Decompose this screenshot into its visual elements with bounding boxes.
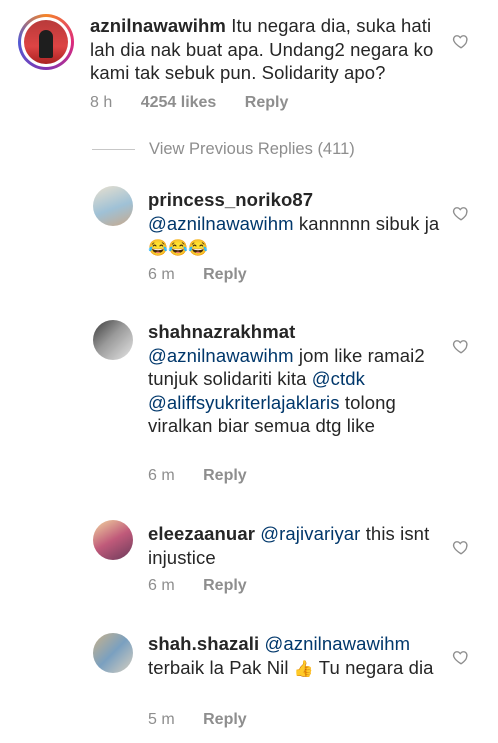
avatar[interactable] <box>93 520 133 560</box>
reply-time: 5 m <box>148 711 175 728</box>
reply-button[interactable]: Reply <box>203 467 247 484</box>
reply-body: princess_noriko87 @aznilnawawihm kannnnn… <box>148 188 443 261</box>
reply-button[interactable]: Reply <box>203 711 247 728</box>
avatar[interactable] <box>93 320 133 360</box>
reply-mention[interactable]: @ctdk <box>312 368 365 389</box>
comment-meta: 8 h 4254 likes Reply <box>90 94 288 112</box>
reply-mention[interactable]: @aznilnawawihm <box>264 633 410 654</box>
reply-mention[interactable]: @aliffsyukriterlajaklaris <box>148 392 340 413</box>
heart-outline-icon[interactable] <box>452 337 470 355</box>
heart-outline-icon[interactable] <box>452 538 470 556</box>
comment-body: aznilnawawihm Itu negara dia, suka hati … <box>90 14 440 85</box>
reply-time: 6 m <box>148 266 175 283</box>
avatar[interactable] <box>93 186 133 226</box>
reply-username[interactable]: eleezaanuar <box>148 523 255 544</box>
reply-meta: 5 m Reply <box>148 711 247 729</box>
avatar[interactable] <box>18 14 74 70</box>
reply-button[interactable]: Reply <box>203 266 247 283</box>
heart-outline-icon[interactable] <box>452 204 470 222</box>
heart-outline-icon[interactable] <box>452 32 470 50</box>
reply-mention[interactable]: @aznilnawawihm <box>148 213 294 234</box>
reply-button[interactable]: Reply <box>245 94 289 111</box>
reply-username[interactable]: princess_noriko87 <box>148 189 313 210</box>
divider <box>92 149 135 151</box>
reply-username[interactable]: shahnazrakhmat <box>148 321 295 342</box>
laughing-emoji: 😂😂😂 <box>148 240 209 257</box>
reply-username[interactable]: shah.shazali <box>148 633 259 654</box>
reply-body: eleezaanuar @rajivariyar this isnt injus… <box>148 522 448 569</box>
view-previous-replies[interactable]: View Previous Replies (411) <box>92 140 355 159</box>
thumbs-up-emoji: 👍 <box>293 660 314 678</box>
reply-meta: 6 m Reply <box>148 266 247 284</box>
avatar[interactable] <box>93 633 133 673</box>
reply-body: shah.shazali @aznilnawawihm terbaik la P… <box>148 632 448 681</box>
reply-mention[interactable]: @aznilnawawihm <box>148 345 294 366</box>
comment-time: 8 h <box>90 94 113 111</box>
reply-time: 6 m <box>148 577 175 594</box>
reply-time: 6 m <box>148 467 175 484</box>
comment-likes[interactable]: 4254 likes <box>141 94 217 111</box>
reply-text: terbaik la Pak Nil <box>148 656 294 678</box>
reply-text: Tu negara dia <box>313 656 434 678</box>
reply-body: shahnazrakhmat @aznilnawawihm jom like r… <box>148 320 443 438</box>
comment-username[interactable]: aznilnawawihm <box>90 15 226 36</box>
reply-mention[interactable]: @rajivariyar <box>260 523 360 544</box>
heart-outline-icon[interactable] <box>452 648 470 666</box>
reply-text: kannnnn sibuk ja <box>293 212 440 234</box>
reply-meta: 6 m Reply <box>148 467 247 485</box>
reply-meta: 6 m Reply <box>148 577 247 595</box>
reply-button[interactable]: Reply <box>203 577 247 594</box>
